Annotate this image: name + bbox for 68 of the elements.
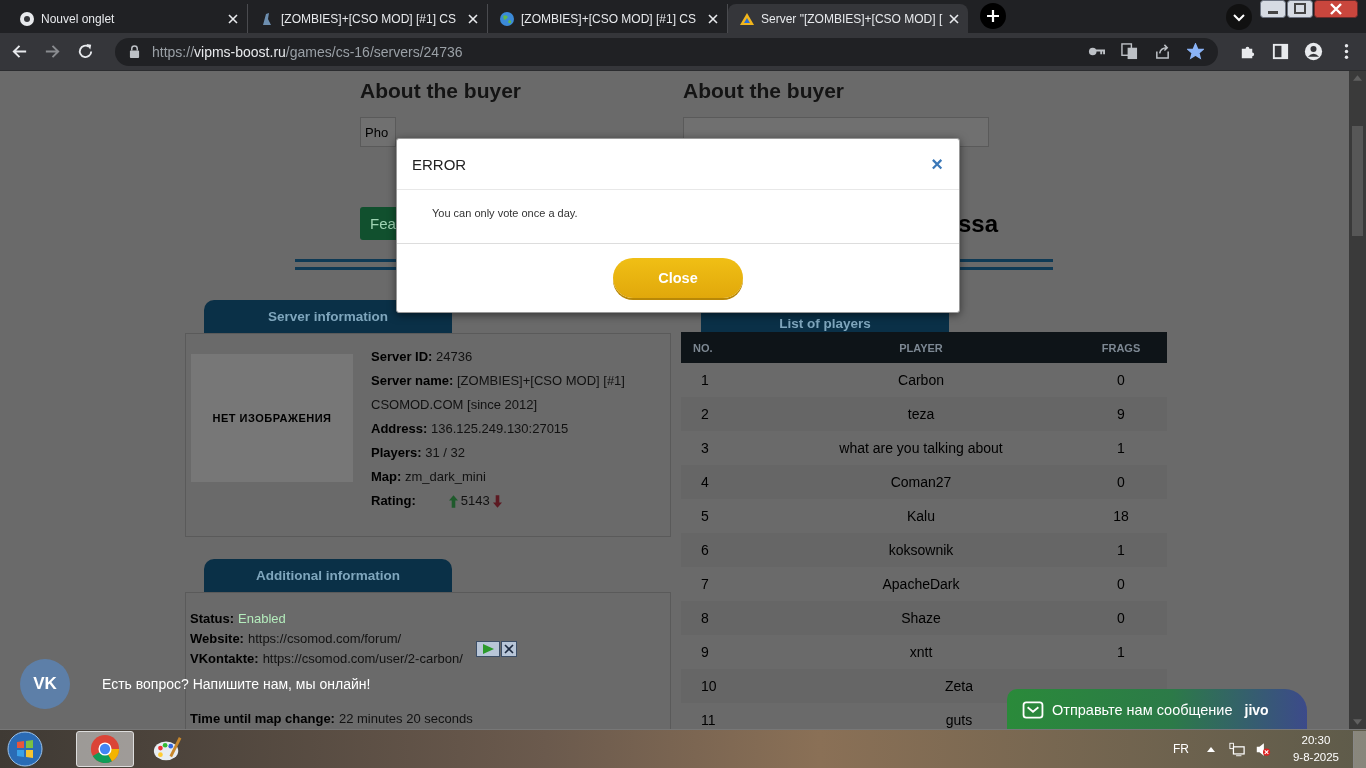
table-cell-text: 7 (700, 576, 710, 592)
table-cell-text: 9 (700, 644, 710, 660)
clock-date: 9-8-2025 (1292, 750, 1339, 765)
table-cell-text: 1 (1116, 542, 1126, 558)
table-cell-text: 8 (700, 610, 710, 626)
link[interactable]: https://csomod.com/user/2-carbon/ (262, 651, 463, 666)
table-cell: what are you talking about (839, 440, 1003, 456)
table-cell: Coman27 (890, 474, 952, 490)
table-cell-text: 3 (700, 440, 710, 456)
link[interactable]: https://csomod.com/forum/ (247, 631, 402, 646)
vk-button[interactable]: VK (20, 659, 70, 709)
info-line: Map: zm_dark_mini (371, 468, 487, 486)
chat-prompt: Есть вопрос? Напишите нам, мы онлайн! (102, 676, 371, 692)
table-cell: guts (945, 712, 973, 728)
info-label: Website: (190, 631, 244, 646)
address-field[interactable]: https://vipms-boost.ru/games/cs-16/servers/24736 (115, 37, 1218, 66)
table-cell: xntt (909, 644, 933, 660)
no-image-label: НЕТ ИЗОБРАЖЕНИЯ (212, 412, 332, 424)
info-line: Server name: [ZOMBIES]+[CSO MOD] [#1] CSOMOD.COM [since 2012] (371, 372, 626, 414)
table-cell-text: 10 (700, 678, 718, 694)
table-cell-text: 4 (700, 474, 710, 490)
table-cell-text: 6 (700, 542, 710, 558)
column-header: NO. (692, 341, 714, 354)
status-value: Enabled (238, 611, 286, 626)
section-heading: About the buyer (683, 79, 845, 103)
rating-label: Rating: (371, 492, 416, 510)
close-button[interactable]: × (931, 154, 943, 174)
table-cell-text: 1 (1116, 440, 1126, 456)
brand-logo: jivo (1244, 702, 1269, 718)
table-cell: Kalu (907, 508, 935, 524)
table-cell-text: 0 (1116, 372, 1126, 388)
column-header: PLAYER (898, 341, 944, 354)
clock-time: 20:30 (1301, 733, 1331, 748)
table-cell: ApacheDark (882, 576, 960, 592)
table-cell: Shaze (901, 610, 941, 626)
table-cell-text: 1 (1116, 644, 1126, 660)
table-cell-text: 0 (1116, 610, 1126, 626)
table-cell: teza (907, 406, 935, 422)
browser-tab[interactable]: Server "[ZOMBIES]+[CSO MOD] [ (728, 4, 968, 33)
info-value: 22 minutes 20 seconds (338, 711, 473, 726)
input-field[interactable]: Pho (360, 117, 396, 147)
column-header: FRAGS (1100, 341, 1142, 354)
chat-label: Отправьте нам сообщение (1052, 702, 1233, 718)
table-cell-text: 18 (1112, 508, 1130, 524)
language-indicator[interactable]: FR (1172, 742, 1189, 756)
info-line: Address: 136.125.249.130:27015 (371, 420, 570, 438)
dialog-title: ERROR (412, 155, 467, 173)
table-cell-text: 11 (700, 712, 717, 728)
table-cell: Carbon (898, 372, 944, 388)
table-cell-text: 5 (700, 508, 710, 524)
section-heading: About the buyer (360, 79, 522, 103)
dialog-message: You can only vote once a day. (432, 207, 578, 219)
table-cell-text: 1 (700, 372, 710, 388)
info-label: Time until map change: (190, 711, 335, 726)
table-cell-text: 0 (1116, 474, 1126, 490)
table-cell: Zeta (945, 678, 973, 694)
table-cell: koksownik (888, 542, 954, 558)
table-cell-text: 2 (700, 406, 710, 422)
logo-text: ssa (958, 209, 999, 238)
table-cell-text: 0 (1116, 576, 1126, 592)
chat-button[interactable]: Отправьте нам сообщение jivo (1007, 689, 1307, 729)
info-line: Server ID: 24736 (371, 348, 474, 366)
info-line: Players: 31 / 32 (371, 444, 466, 462)
table-cell-text: 9 (1116, 406, 1126, 422)
info-label: Status: (190, 611, 235, 626)
info-label: VKontakte: (190, 651, 259, 666)
action-button[interactable]: Fea (360, 207, 396, 240)
rating-value: 5143 (460, 492, 490, 510)
